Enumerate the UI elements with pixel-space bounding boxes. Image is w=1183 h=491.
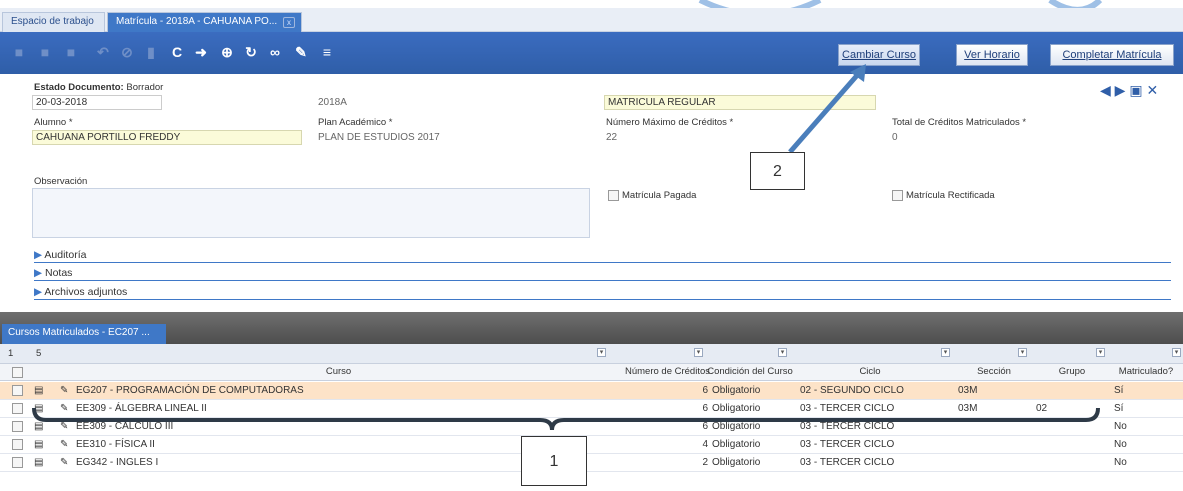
callout-1: 1 bbox=[521, 436, 587, 486]
callout-2: 2 bbox=[750, 152, 805, 190]
annotation-overlay bbox=[32, 64, 1100, 431]
